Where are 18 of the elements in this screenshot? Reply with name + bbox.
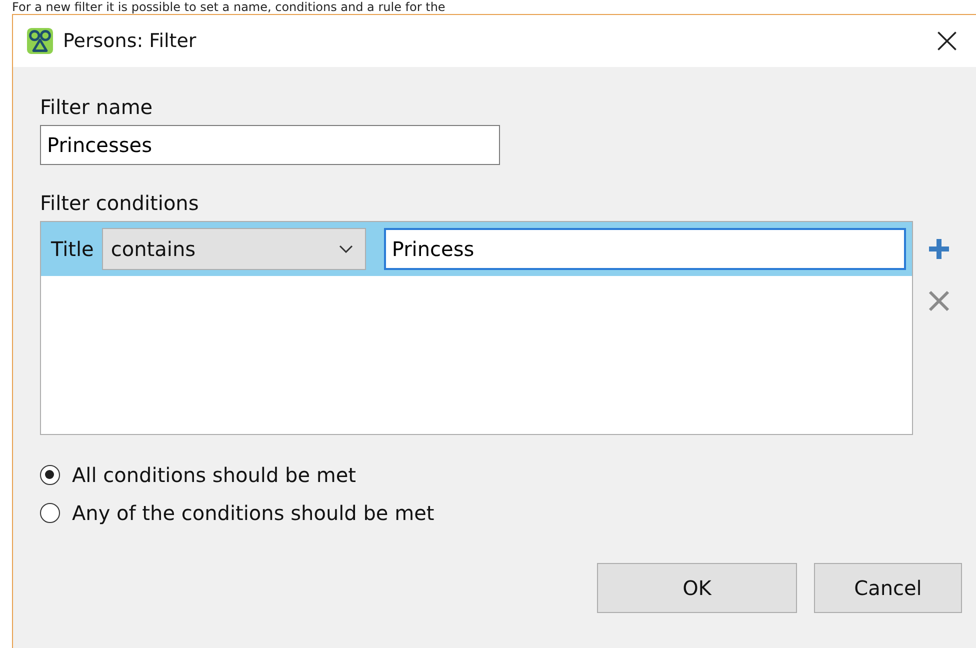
- field-label: Filter name: [40, 95, 154, 119]
- add-icon[interactable]: [927, 237, 951, 261]
- dialog-button[interactable]: Cancel: [814, 563, 962, 613]
- field-label: Filter conditions: [40, 191, 200, 215]
- condition-row[interactable]: Title contains Princess: [41, 222, 912, 276]
- caption-text: For a new filter it is possible to set a name, conditions and a rule for the: [12, 1, 446, 14]
- app-logo-icon: [27, 28, 53, 54]
- condition-value-field[interactable]: Princess: [384, 228, 906, 270]
- condition-field-label: Title: [51, 237, 94, 261]
- window-title: Persons: Filter: [63, 30, 198, 52]
- filter-name-field[interactable]: Princesses: [40, 125, 500, 165]
- chevron-down-icon: [338, 245, 353, 253]
- remove-icon[interactable]: [927, 289, 951, 313]
- match-rule-radio[interactable]: All conditions should be met: [40, 463, 962, 487]
- close-icon[interactable]: [936, 30, 958, 52]
- match-rule-radio[interactable]: Any of the conditions should be met: [40, 501, 962, 525]
- operator-dropdown[interactable]: contains: [102, 228, 366, 270]
- dialog-button[interactable]: OK: [597, 563, 797, 613]
